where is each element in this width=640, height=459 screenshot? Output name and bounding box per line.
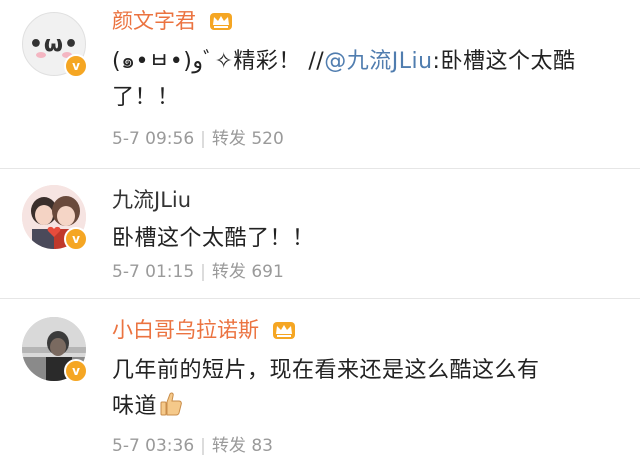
comment-meta: 5-7 09:56 | 转发 520 (112, 128, 284, 150)
meta-divider: | (200, 129, 206, 149)
comment-text: 几年前的短片，现在看来还是这么酷这么有 味道 (112, 353, 612, 425)
repost-label: 转发 (211, 129, 246, 149)
repost-link[interactable]: 转发 691 (212, 262, 284, 282)
comment-text: 卧槽这个太酷了！！ (112, 226, 315, 251)
repost-label: 转发 (211, 262, 246, 282)
mention-link[interactable]: @九流JLiu (324, 49, 432, 74)
repost-count: 520 (251, 129, 284, 149)
comment-text: (๑•ㅂ•)وﾞ✧精彩！ //@九流JLiu:卧槽这个太酷了！！ (112, 44, 612, 116)
repost-link[interactable]: 转发 83 (212, 436, 273, 456)
meta-divider: | (200, 262, 206, 282)
comment-meta: 5-7 03:36 | 转发 83 (112, 435, 273, 457)
avatar[interactable]: •ω• v (22, 12, 88, 78)
username-label: 颜文字君 (112, 9, 196, 33)
verified-badge-icon: v (64, 227, 88, 251)
username-label: 小白哥乌拉诺斯 (112, 318, 259, 342)
timestamp: 5-7 03:36 (112, 436, 195, 456)
repost-count: 83 (251, 436, 273, 456)
vip-crown-icon (209, 13, 232, 30)
username[interactable]: 九流JLiu (112, 187, 191, 213)
comment-item: •ω• v 颜文字君 (๑•ㅂ•)وﾞ✧精彩！ //@九流JLiu:卧槽这个太酷… (0, 0, 640, 170)
comment-text-line: 几年前的短片，现在看来还是这么酷这么有 (112, 358, 540, 383)
avatar[interactable]: v (22, 317, 88, 383)
verified-badge-icon: v (64, 54, 88, 78)
avatar[interactable]: v (22, 185, 88, 251)
repost-count: 691 (251, 262, 284, 282)
meta-divider: | (200, 436, 206, 456)
username-label: 九流JLiu (112, 188, 192, 212)
comment-text-line: 味道 (112, 389, 612, 425)
vip-crown-icon (272, 322, 295, 339)
verified-badge-icon: v (64, 359, 88, 383)
timestamp: 5-7 01:15 (112, 262, 195, 282)
comment-meta: 5-7 01:15 | 转发 691 (112, 261, 284, 283)
repost-label: 转发 (211, 436, 246, 456)
comment-item: v 小白哥乌拉诺斯 几年前的短片，现在看来还是这么酷这么有 味道 5-7 03:… (0, 299, 640, 459)
username[interactable]: 小白哥乌拉诺斯 (112, 317, 296, 343)
repost-link[interactable]: 转发 520 (212, 129, 284, 149)
timestamp: 5-7 09:56 (112, 129, 195, 149)
comment-text-tail: 味道 (112, 394, 158, 419)
username[interactable]: 颜文字君 (112, 8, 233, 34)
comment-feed: •ω• v 颜文字君 (๑•ㅂ•)وﾞ✧精彩！ //@九流JLiu:卧槽这个太酷… (0, 0, 640, 459)
thumbs-up-emoji-icon (160, 392, 182, 416)
comment-item: v 九流JLiu 卧槽这个太酷了！！ 5-7 01:15 | 转发 691 (0, 169, 640, 299)
comment-text-prefix: (๑•ㅂ•)وﾞ✧精彩！ // (112, 49, 325, 74)
